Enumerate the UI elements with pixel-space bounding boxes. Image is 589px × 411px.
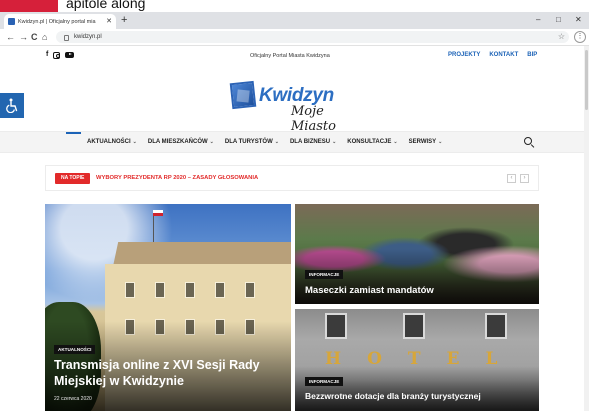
nav-item-dla-biznesu[interactable]: DLA BIZNESU ⌄ — [290, 139, 336, 145]
poland-flag-icon — [153, 210, 163, 216]
article-card-dotacje[interactable]: H O T E L INFORMACJE Bezzwrotne dotacje … — [295, 309, 539, 411]
ticker-next-button[interactable]: › — [520, 174, 529, 183]
category-tag[interactable]: AKTUALNOŚCI — [54, 345, 96, 354]
window-minimize-button[interactable]: – — [536, 15, 540, 25]
url-text: kwidzyn.pl — [74, 34, 102, 40]
logo-tagline: Moje Miasto — [291, 104, 336, 134]
link-kontakt[interactable]: KONTAKT — [489, 52, 518, 58]
caption-red-block — [0, 0, 58, 12]
window-maximize-button[interactable]: □ — [556, 15, 561, 25]
tab-title: Kwidzyn.pl | Oficjalny portal mia — [18, 18, 96, 25]
image-gradient — [295, 366, 539, 411]
nav-item-dla-mieszkancow[interactable]: DLA MIESZKAŃCÓW ⌄ — [148, 139, 214, 145]
nav-item-konsultacje[interactable]: KONSULTACJE ⌄ — [347, 139, 397, 145]
link-bip[interactable]: BIP — [527, 52, 537, 58]
category-tag[interactable]: INFORMACJE — [305, 270, 344, 279]
web-page: f Oficjalny Portal Miasta Kwidzyna PROJE… — [0, 46, 589, 411]
chevron-down-icon: ⌄ — [393, 139, 398, 145]
portal-name: Oficjalny Portal Miasta Kwidzyna — [250, 53, 330, 59]
logo-emblem-icon — [229, 80, 257, 110]
bookmark-star-icon[interactable]: ☆ — [558, 31, 565, 43]
site-logo[interactable]: Kwidzyn Moje Miasto — [229, 80, 369, 134]
article-title[interactable]: Bezzwrotne dotacje dla branży turystyczn… — [305, 391, 481, 401]
chevron-down-icon: ⌄ — [438, 139, 443, 145]
search-icon[interactable] — [524, 137, 532, 145]
page-scrollbar[interactable] — [584, 46, 589, 411]
window-close-button[interactable]: ✕ — [575, 15, 582, 25]
new-tab-button[interactable]: + — [121, 14, 127, 27]
featured-article-card[interactable]: AKTUALNOŚCI Transmisja online z XVI Sesj… — [45, 204, 291, 411]
nav-item-serwisy[interactable]: SERWISY ⌄ — [409, 139, 443, 145]
forward-icon[interactable]: → — [19, 31, 28, 43]
ticker-headline-link[interactable]: WYBORY PREZYDENTA RP 2020 – ZASADY GŁOSO… — [96, 175, 258, 181]
browser-menu-icon[interactable]: ⋮ — [574, 31, 586, 43]
article-title[interactable]: Maseczki zamiast mandatów — [305, 285, 434, 296]
favicon-icon — [8, 18, 15, 25]
address-bar[interactable]: kwidzyn.pl ☆ — [56, 31, 569, 43]
browser-toolbar: ← → C ⌂ kwidzyn.pl ☆ ⋮ — [0, 29, 589, 46]
page-top-bar: f Oficjalny Portal Miasta Kwidzyna PROJE… — [0, 46, 584, 66]
main-navigation: AKTUALNOŚCI ⌄ DLA MIESZKAŃCÓW ⌄ DLA TURYST… — [0, 131, 584, 153]
chevron-down-icon: ⌄ — [332, 139, 337, 145]
lock-icon — [64, 35, 69, 41]
youtube-icon[interactable] — [65, 52, 75, 58]
tab-close-icon[interactable]: ✕ — [106, 18, 112, 25]
caption-text: apitole along — [66, 0, 146, 11]
news-ticker: NA TOPIE WYBORY PREZYDENTA RP 2020 – ZAS… — [45, 165, 539, 191]
featured-article-title[interactable]: Transmisja online z XVI Sesji Rady Miejs… — [54, 357, 284, 389]
nav-active-indicator — [66, 132, 81, 134]
nav-item-aktualnosci[interactable]: AKTUALNOŚCI ⌄ — [87, 139, 137, 145]
chevron-down-icon: ⌄ — [209, 139, 214, 145]
social-links: f — [46, 51, 75, 59]
article-card-maseczki[interactable]: INFORMACJE Maseczki zamiast mandatów — [295, 204, 539, 304]
caption-strip: apitole along — [0, 0, 589, 12]
browser-tab-bar: Kwidzyn.pl | Oficjalny portal mia ✕ + – … — [0, 12, 589, 29]
back-icon[interactable]: ← — [6, 31, 15, 43]
ticker-badge: NA TOPIE — [55, 173, 91, 184]
wheelchair-icon — [6, 98, 18, 113]
ticker-prev-button[interactable]: ‹ — [507, 174, 516, 183]
nav-items: AKTUALNOŚCI ⌄ DLA MIESZKAŃCÓW ⌄ DLA TURYST… — [87, 139, 442, 145]
scrollbar-thumb[interactable] — [585, 50, 588, 110]
reload-icon[interactable]: C — [31, 31, 38, 43]
home-icon[interactable]: ⌂ — [42, 31, 47, 43]
instagram-icon[interactable] — [53, 51, 61, 59]
chevron-down-icon: ⌄ — [132, 139, 137, 145]
browser-tab[interactable]: Kwidzyn.pl | Oficjalny portal mia ✕ — [4, 14, 116, 29]
nav-item-dla-turystow[interactable]: DLA TURYSTÓW ⌄ — [225, 139, 279, 145]
article-date: 22 czerwca 2020 — [54, 396, 92, 402]
facebook-icon[interactable]: f — [46, 51, 48, 59]
chevron-down-icon: ⌄ — [274, 139, 279, 145]
category-tag[interactable]: INFORMACJE — [305, 377, 344, 386]
link-projekty[interactable]: PROJEKTY — [448, 52, 480, 58]
top-links: PROJEKTY KONTAKT BIP — [448, 52, 537, 58]
accessibility-button[interactable] — [0, 93, 24, 118]
